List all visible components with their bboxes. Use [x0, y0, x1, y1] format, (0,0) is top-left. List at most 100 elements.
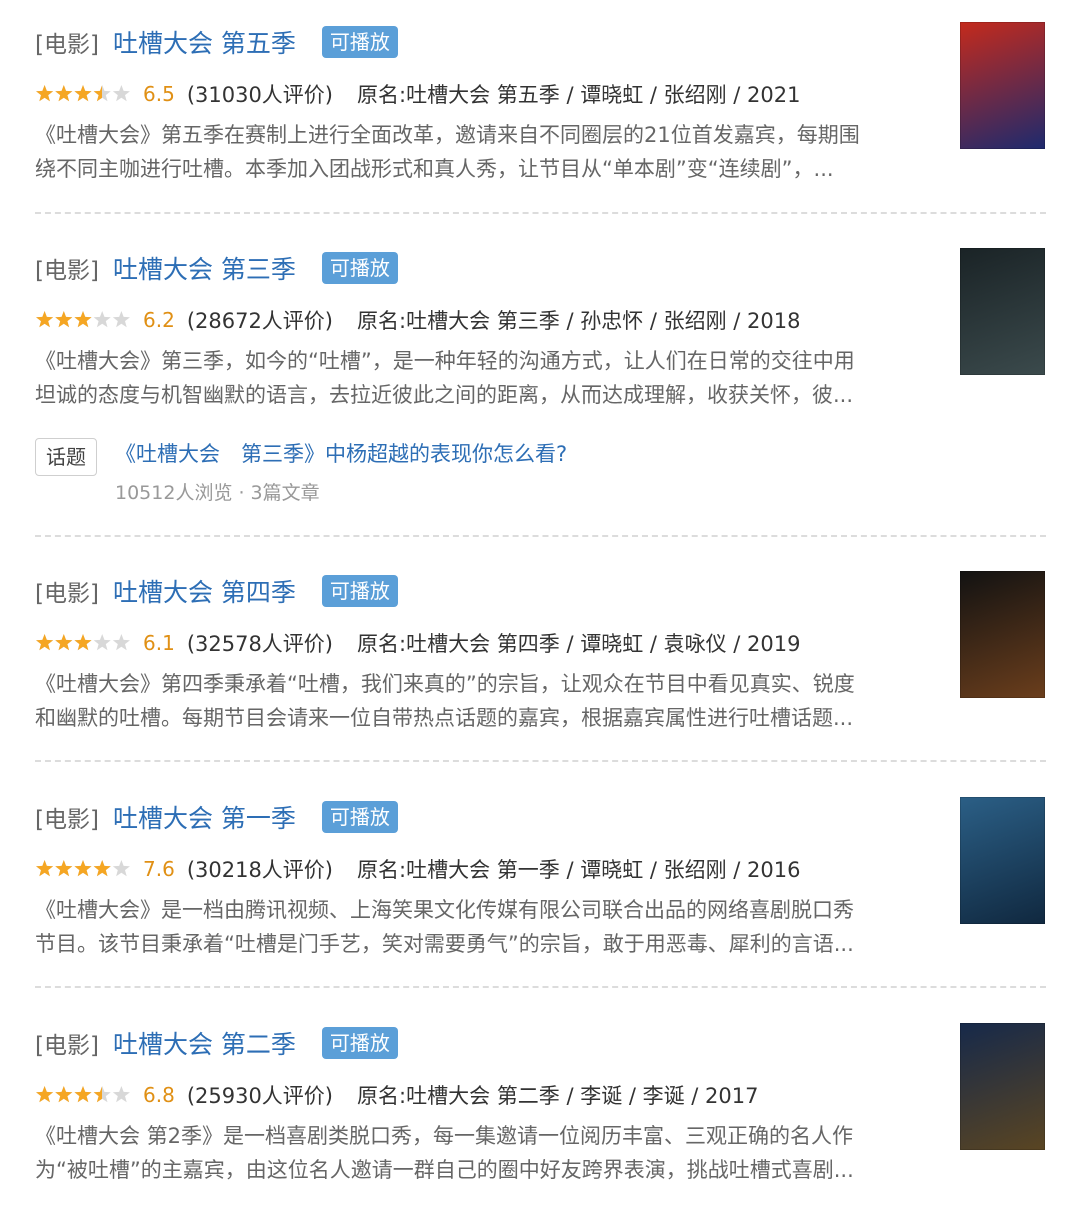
star-fill: [35, 310, 93, 330]
result-title-link[interactable]: 吐槽大会 第四季: [113, 573, 296, 609]
divider: [35, 760, 1046, 762]
rating-score: 6.2: [143, 308, 175, 332]
title-row: [电影] 吐槽大会 第三季 可播放: [35, 248, 398, 288]
result-item: [电影] 吐槽大会 第五季 可播放 6.5 (31030人评价) 原名:吐槽大会…: [35, 22, 1046, 214]
result-item: [电影] 吐槽大会 第一季 可播放 7.6 (30218人评价) 原名:吐槽大会…: [35, 797, 1046, 988]
description: 《吐槽大会 第2季》是一档喜剧类脱口秀，每一集邀请一位阅历丰富、三观正确的名人作…: [35, 1119, 935, 1187]
topic-tag: 话题: [35, 438, 97, 476]
star-icon: [74, 85, 92, 102]
poster-image[interactable]: [960, 571, 1045, 698]
result-title-link[interactable]: 吐槽大会 第五季: [113, 24, 296, 60]
star-icon: [55, 311, 73, 328]
rating-count: (25930人评价): [186, 1084, 334, 1108]
description-line: 绕不同主咖进行吐槽。本季加入团战形式和真人秀，让节目从“单本剧”变“连续剧”，.…: [35, 157, 834, 181]
rating-row: 7.6 (30218人评价) 原名:吐槽大会 第一季 / 谭晓虹 / 张绍刚 /…: [35, 853, 801, 885]
topic-stats: 10512人浏览 · 3篇文章: [115, 482, 320, 504]
star-icon: [93, 634, 111, 651]
star-icon: [55, 634, 73, 651]
rating-row: 6.2 (28672人评价) 原名:吐槽大会 第三季 / 孙忠怀 / 张绍刚 /…: [35, 304, 801, 336]
description: 《吐槽大会》是一档由腾讯视频、上海笑果文化传媒有限公司联合出品的网络喜剧脱口秀 …: [35, 893, 935, 961]
playable-badge[interactable]: 可播放: [321, 801, 398, 833]
poster-image[interactable]: [960, 1023, 1045, 1150]
poster-image[interactable]: [960, 22, 1045, 149]
rating-count: (28672人评价): [186, 309, 334, 333]
star-rating: [35, 84, 131, 104]
description-line: 《吐槽大会》是一档由腾讯视频、上海笑果文化传媒有限公司联合出品的网络喜剧脱口秀: [35, 898, 854, 922]
star-rating: [35, 310, 131, 330]
type-label: [电影]: [35, 1033, 99, 1059]
result-item: [电影] 吐槽大会 第二季 可播放 6.8 (25930人评价) 原名:吐槽大会…: [35, 1023, 1046, 1203]
star-icon: [112, 1086, 130, 1103]
result-title-link[interactable]: 吐槽大会 第三季: [113, 250, 296, 286]
star-rating: [35, 633, 131, 653]
description-line: 《吐槽大会》第五季在赛制上进行全面改革，邀请来自不同圈层的21位首发嘉宾，每期围: [35, 123, 860, 147]
original-info: 原名:吐槽大会 第二季 / 李诞 / 李诞 / 2017: [357, 1084, 759, 1108]
rating-score: 6.5: [143, 82, 175, 106]
star-icon: [112, 85, 130, 102]
star-icon: [74, 860, 92, 877]
result-item: [电影] 吐槽大会 第四季 可播放 6.1 (32578人评价) 原名:吐槽大会…: [35, 571, 1046, 762]
divider: [35, 986, 1046, 988]
title-row: [电影] 吐槽大会 第二季 可播放: [35, 1023, 398, 1063]
star-icon: [36, 85, 54, 102]
description-line: 坦诚的态度与机智幽默的语言，去拉近彼此之间的距离，从而达成理解，收获关怀，彼..…: [35, 383, 854, 407]
star-icon: [36, 311, 54, 328]
star-icon: [36, 860, 54, 877]
rating-count: (32578人评价): [186, 632, 334, 656]
star-icon: [112, 311, 130, 328]
type-label: [电影]: [35, 32, 99, 58]
type-label: [电影]: [35, 807, 99, 833]
type-label: [电影]: [35, 258, 99, 284]
divider: [35, 535, 1046, 537]
star-icon: [55, 85, 73, 102]
star-rating: [35, 859, 131, 879]
title-row: [电影] 吐槽大会 第一季 可播放: [35, 797, 398, 837]
topic-entry: 话题 《吐槽大会 第三季》中杨超越的表现你怎么看? 10512人浏览 · 3篇文…: [35, 438, 935, 518]
star-icon: [36, 634, 54, 651]
star-fill: [35, 84, 103, 104]
original-info: 原名:吐槽大会 第一季 / 谭晓虹 / 张绍刚 / 2016: [357, 858, 801, 882]
playable-badge[interactable]: 可播放: [321, 252, 398, 284]
star-fill: [35, 859, 112, 879]
description-line: 为“被吐槽”的主嘉宾，由这位名人邀请一群自己的圈中好友跨界表演，挑战吐槽式喜剧.…: [35, 1158, 854, 1182]
divider: [35, 212, 1046, 214]
rating-row: 6.5 (31030人评价) 原名:吐槽大会 第五季 / 谭晓虹 / 张绍刚 /…: [35, 78, 801, 110]
playable-badge[interactable]: 可播放: [321, 575, 398, 607]
rating-row: 6.1 (32578人评价) 原名:吐槽大会 第四季 / 谭晓虹 / 袁咏仪 /…: [35, 627, 801, 659]
star-fill: [35, 633, 93, 653]
description-line: 《吐槽大会 第2季》是一档喜剧类脱口秀，每一集邀请一位阅历丰富、三观正确的名人作: [35, 1124, 854, 1148]
star-icon: [112, 860, 130, 877]
type-label: [电影]: [35, 581, 99, 607]
title-row: [电影] 吐槽大会 第四季 可播放: [35, 571, 398, 611]
star-fill: [35, 1085, 103, 1105]
star-icon: [55, 1086, 73, 1103]
star-icon: [55, 860, 73, 877]
rating-score: 7.6: [143, 857, 175, 881]
star-icon: [74, 311, 92, 328]
result-title-link[interactable]: 吐槽大会 第一季: [113, 799, 296, 835]
description-line: 节目。该节目秉承着“吐槽是门手艺，笑对需要勇气”的宗旨，敢于用恶毒、犀利的言语.…: [35, 932, 854, 956]
description-line: 和幽默的吐槽。每期节目会请来一位自带热点话题的嘉宾，根据嘉宾属性进行吐槽话题..…: [35, 706, 854, 730]
poster-image[interactable]: [960, 797, 1045, 924]
description-line: 《吐槽大会》第三季，如今的“吐槽”，是一种年轻的沟通方式，让人们在日常的交往中用: [35, 349, 855, 373]
star-icon: [93, 85, 103, 102]
description: 《吐槽大会》第三季，如今的“吐槽”，是一种年轻的沟通方式，让人们在日常的交往中用…: [35, 344, 935, 412]
star-rating: [35, 1085, 131, 1105]
rating-score: 6.8: [143, 1083, 175, 1107]
description: 《吐槽大会》第四季秉承着“吐槽，我们来真的”的宗旨，让观众在节目中看见真实、锐度…: [35, 667, 935, 735]
topic-title-link[interactable]: 《吐槽大会 第三季》中杨超越的表现你怎么看?: [115, 438, 567, 470]
rating-count: (31030人评价): [186, 83, 334, 107]
rating-row: 6.8 (25930人评价) 原名:吐槽大会 第二季 / 李诞 / 李诞 / 2…: [35, 1079, 759, 1111]
title-row: [电影] 吐槽大会 第五季 可播放: [35, 22, 398, 62]
original-info: 原名:吐槽大会 第五季 / 谭晓虹 / 张绍刚 / 2021: [357, 83, 801, 107]
original-info: 原名:吐槽大会 第四季 / 谭晓虹 / 袁咏仪 / 2019: [357, 632, 801, 656]
star-icon: [36, 1086, 54, 1103]
poster-image[interactable]: [960, 248, 1045, 375]
result-item: [电影] 吐槽大会 第三季 可播放 6.2 (28672人评价) 原名:吐槽大会…: [35, 248, 1046, 418]
playable-badge[interactable]: 可播放: [321, 26, 398, 58]
star-icon: [74, 634, 92, 651]
star-icon: [74, 1086, 92, 1103]
playable-badge[interactable]: 可播放: [321, 1027, 398, 1059]
star-icon: [93, 1086, 103, 1103]
result-title-link[interactable]: 吐槽大会 第二季: [113, 1025, 296, 1061]
